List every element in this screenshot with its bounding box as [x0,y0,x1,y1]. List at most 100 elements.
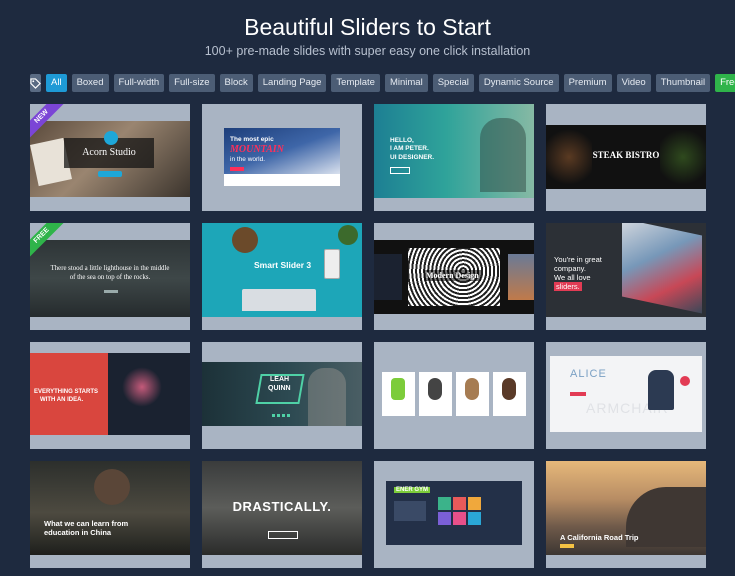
slider-card-lighthouse[interactable]: There stood a little lighthouse in the m… [30,223,190,330]
slide-line: in the world. [230,156,266,163]
filter-minimal[interactable]: Minimal [384,74,428,92]
slide-thumbnail: Modern Design [374,240,534,314]
filter-special[interactable]: Special [432,74,474,92]
tile [453,497,466,510]
plant-image [338,225,358,245]
slide-title: Smart Slider 3 [254,260,312,270]
slide-line: EVERYTHING STARTS [34,389,99,395]
slide-title: DRASTICALLY. [232,499,332,514]
slide-thumbnail: HELLO, I AM PETER. UI DESIGNER. [374,104,534,198]
watch-image [428,378,442,400]
slider-card-drastically[interactable]: DRASTICALLY. [202,461,362,568]
slide-line: company. [554,264,586,273]
filter-all[interactable]: All [46,74,67,92]
slide-button [390,167,410,174]
slider-card-steak-bistro[interactable]: STEAK BISTRO [546,104,706,211]
slide-title: Modern Design [424,270,481,281]
slide-line: HELLO, [390,137,414,144]
gym-image [394,501,426,521]
page-subtitle: 100+ pre-made slides with super easy one… [204,44,531,58]
person-silhouette [480,118,526,192]
slider-card-education-china[interactable]: What we can learn from education in Chin… [30,461,190,568]
coffee-cup-image [232,227,258,253]
slider-card-peter[interactable]: HELLO, I AM PETER. UI DESIGNER. [374,104,534,211]
person-silhouette [308,368,346,426]
mockup-images [622,223,702,314]
filter-full-width[interactable]: Full-width [113,74,165,92]
slide-line: of the sea on top of the rocks. [69,274,151,281]
slide-thumbnail: DRASTICALLY. [202,461,362,555]
filter-bar: All Boxed Full-width Full-size Block Lan… [30,74,735,92]
tag-icon[interactable] [30,74,41,92]
slide-line: I AM PETER. [390,145,429,152]
product-card [493,372,526,416]
slide-thumbnail: There stood a little lighthouse in the m… [30,240,190,317]
filter-thumbnail[interactable]: Thumbnail [655,74,711,92]
slide-title: A California Road Trip [560,533,639,542]
tile [468,497,481,510]
watch-image [465,378,479,400]
slide-line: education in China [44,528,112,537]
chair-image [648,370,674,410]
slide-line: The most epic [230,136,274,143]
slider-card-acorn-studio[interactable]: Acorn Studio NEW [30,104,190,211]
slide-button [268,531,298,539]
slider-card-alice[interactable]: ALICE ARMCHAIR [546,342,706,449]
slide-thumbnail: You're in great company. We all love sli… [546,223,706,317]
slider-grid: Acorn Studio NEW The most epic MOUNTAIN … [30,104,706,568]
slide-thumbnail [382,372,526,416]
slider-card-road-trip[interactable]: A California Road Trip [546,461,706,568]
slide-line: QUINN [268,385,291,392]
slider-card-mountain[interactable]: The most epic MOUNTAIN in the world. [202,104,362,211]
slide-line: We all love [554,273,591,282]
slide-dots [272,414,292,417]
watch-image [391,378,405,400]
filter-boxed[interactable]: Boxed [71,74,109,92]
watch-image [502,378,516,400]
slide-thumbnail: Smart Slider 3 [202,223,362,317]
laptop-image [242,289,316,311]
slider-card-everything-starts[interactable]: EVERYTHING STARTS WITH AN IDEA. [30,342,190,449]
slide-highlight: sliders. [554,282,582,291]
filter-dynamic-source[interactable]: Dynamic Source [478,74,559,92]
logo-icon [104,131,118,145]
filter-landing-page[interactable]: Landing Page [257,74,327,92]
page-title: Beautiful Sliders to Start [244,14,491,40]
tile [438,497,451,510]
slide-thumbnail: What we can learn from education in Chin… [30,461,190,555]
slide-title: ALICE [570,368,607,380]
filter-block[interactable]: Block [219,74,253,92]
filter-full-size[interactable]: Full-size [169,74,215,92]
slider-card-ener-gym[interactable]: ENER GYM [374,461,534,568]
price-badge [680,376,690,386]
slider-card-modern-design[interactable]: Modern Design [374,223,534,330]
slide-line: UI DESIGNER. [390,154,435,161]
person-image [94,469,130,505]
slide-title: STEAK BISTRO [592,150,660,160]
slide-thumbnail: The most epic MOUNTAIN in the world. [224,128,340,186]
filter-free[interactable]: Free [715,74,735,92]
flower-image [122,367,162,407]
side-slide [374,254,402,300]
slide-thumbnail: LEAH QUINN [202,362,362,426]
slide-title: ENER GYM [394,487,431,493]
slide-line: You're in great [554,255,602,264]
slide-thumbnail: ENER GYM [386,481,522,545]
product-card [419,372,452,416]
filter-video[interactable]: Video [616,74,651,92]
slider-card-watches[interactable] [374,342,534,449]
filter-premium[interactable]: Premium [563,74,612,92]
slide-thumbnail: EVERYTHING STARTS WITH AN IDEA. [30,353,190,435]
slide-thumbnail: STEAK BISTRO [546,125,706,189]
filter-template[interactable]: Template [331,74,380,92]
slide-line: WITH AN IDEA. [40,397,84,403]
slide-thumbnail: A California Road Trip [546,461,706,555]
product-card [382,372,415,416]
slide-button [230,167,244,171]
tile [468,512,481,525]
tile [438,512,451,525]
slider-card-great-company[interactable]: You're in great company. We all love sli… [546,223,706,330]
slider-card-smart-slider[interactable]: Smart Slider 3 [202,223,362,330]
slide-button [570,392,586,396]
slider-card-leah-quinn[interactable]: LEAH QUINN [202,342,362,449]
